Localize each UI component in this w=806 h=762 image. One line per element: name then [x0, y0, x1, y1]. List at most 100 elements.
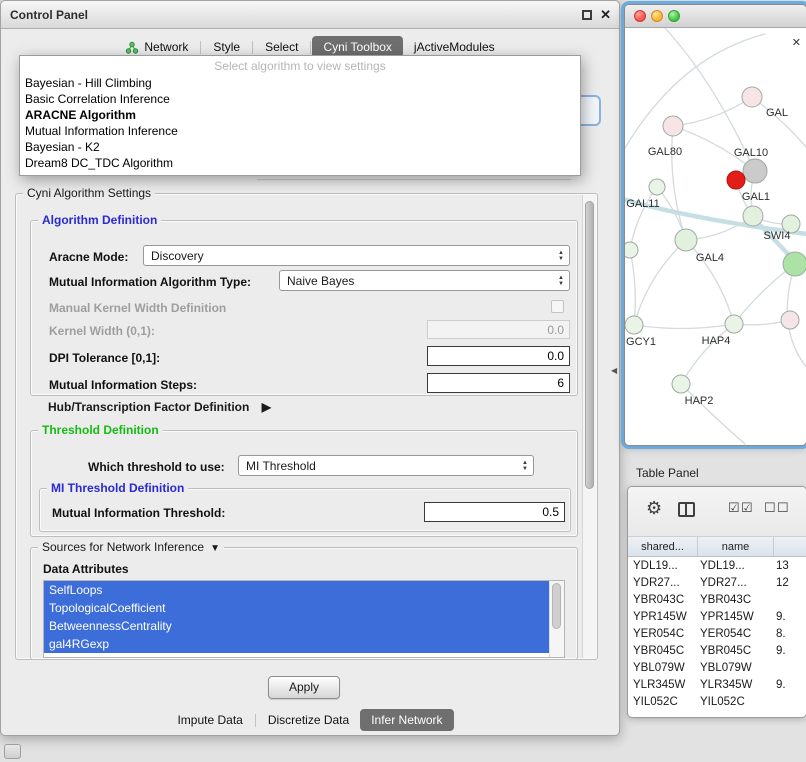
- attribute-item-selfloops[interactable]: SelfLoops: [44, 581, 550, 599]
- attribute-item-betweennesscentrality[interactable]: BetweennessCentrality: [44, 617, 550, 635]
- settings-scrollbar-thumb[interactable]: [585, 201, 594, 489]
- select-all-columns-icon-2: ☑: [741, 500, 753, 516]
- network-node-unnamed-pink[interactable]: [781, 311, 799, 329]
- close-window-icon[interactable]: ✕: [600, 7, 611, 23]
- column-header-name[interactable]: name: [698, 537, 774, 556]
- settings-scrollbar[interactable]: [582, 195, 596, 658]
- table-row[interactable]: YBR043CYBR043C: [628, 591, 806, 608]
- table-cell: 8.: [774, 628, 806, 640]
- mi-threshold-field[interactable]: 0.5: [424, 502, 565, 522]
- cyni-algorithm-settings-group: Cyni Algorithm Settings Algorithm Defini…: [15, 193, 598, 660]
- tab-label: Impute Data: [177, 713, 242, 727]
- table-cell: YIL052C: [628, 696, 698, 708]
- float-window-icon[interactable]: [582, 10, 592, 20]
- unselect-all-columns-icon[interactable]: ☐: [764, 500, 776, 516]
- zoom-traffic-light[interactable]: [668, 10, 680, 22]
- data-attributes-label: Data Attributes: [43, 562, 129, 576]
- algorithm-option-dream8[interactable]: Dream8 DC_TDC Algorithm: [20, 155, 580, 171]
- control-panel-titlebar[interactable]: Control Panel ✕: [1, 1, 619, 29]
- table-row[interactable]: YLR345WYLR345W9.: [628, 676, 806, 693]
- table-cell: 12: [774, 577, 806, 589]
- network-canvas[interactable]: GALGAL80GAL10GAL11GAL1SWI4GAL4GCY1HAP4HA…: [625, 28, 806, 445]
- network-node-GAL-top[interactable]: [742, 87, 762, 107]
- network-window-titlebar[interactable]: [625, 5, 806, 28]
- mi-steps-field[interactable]: 6: [427, 373, 570, 393]
- expand-right-arrow-icon[interactable]: ▶: [262, 400, 271, 414]
- algorithm-definition-title: Algorithm Definition: [38, 213, 161, 227]
- close-traffic-light[interactable]: [634, 10, 646, 22]
- tab-discretize-data[interactable]: Discretize Data: [257, 709, 360, 731]
- table-cell: YDR27...: [628, 577, 698, 589]
- network-node-HAP4[interactable]: [725, 315, 743, 333]
- tab-label: Network: [144, 40, 188, 54]
- mi-threshold-definition-title: MI Threshold Definition: [47, 481, 188, 495]
- network-node-unnamed-green[interactable]: [783, 252, 806, 276]
- combo-value: Discovery: [151, 249, 204, 263]
- kernel-width-field[interactable]: 0.0: [427, 320, 570, 339]
- algorithm-option-aracne[interactable]: ARACNE Algorithm: [20, 107, 580, 123]
- which-threshold-select[interactable]: MI Threshold ▲▼: [238, 455, 534, 476]
- tab-label: Style: [213, 40, 240, 54]
- which-threshold-label: Which threshold to use:: [88, 460, 225, 474]
- table-cell: YIL052C: [698, 696, 774, 708]
- collapsed-panel-icon[interactable]: [4, 744, 21, 759]
- algorithm-option-bayesian-hill-climbing[interactable]: Bayesian - Hill Climbing: [20, 75, 580, 91]
- table-row[interactable]: YBL079WYBL079W: [628, 659, 806, 676]
- table-cell: YPR145W: [628, 611, 698, 623]
- algorithm-option-bayesian-k2[interactable]: Bayesian - K2: [20, 139, 580, 155]
- hub-transcription-factor-section[interactable]: Hub/Transcription Factor Definition ▶: [48, 400, 271, 414]
- network-edge: [630, 187, 657, 250]
- mi-algorithm-type-select[interactable]: Naive Bayes ▲▼: [279, 270, 570, 291]
- bottom-tab-bar: Impute Data Discretize Data Infer Networ…: [1, 707, 619, 733]
- tab-infer-network[interactable]: Infer Network: [360, 709, 453, 731]
- dpi-tolerance-field[interactable]: 0.0: [427, 346, 570, 366]
- column-header-partial[interactable]: [774, 537, 806, 556]
- table-row[interactable]: YDR27...YDR27...12: [628, 574, 806, 591]
- kernel-width-label: Kernel Width (0,1):: [49, 324, 155, 338]
- collapse-down-arrow-icon[interactable]: ▼: [210, 543, 220, 554]
- manual-kernel-width-checkbox[interactable]: [551, 300, 564, 313]
- table-cell: YLR345W: [628, 679, 698, 691]
- network-node-GCY1[interactable]: [625, 316, 643, 334]
- attribute-list-scrollbar[interactable]: [549, 581, 564, 657]
- attribute-item-gal4rgexp[interactable]: gal4RGexp: [44, 635, 550, 653]
- network-node-HAP2[interactable]: [672, 375, 690, 393]
- network-node-unnamed-left[interactable]: [625, 242, 638, 258]
- algorithm-option-basic-correlation[interactable]: Basic Correlation Inference: [20, 91, 580, 107]
- tab-impute-data[interactable]: Impute Data: [166, 709, 253, 731]
- attribute-item-topologicalcoefficient[interactable]: TopologicalCoefficient: [44, 599, 550, 617]
- network-node-unnamed-red[interactable]: [727, 171, 745, 189]
- tab-label: Discretize Data: [268, 713, 349, 727]
- minimize-traffic-light[interactable]: [651, 10, 663, 22]
- attribute-list-scrollbar-thumb[interactable]: [552, 583, 561, 629]
- network-node-GAL10[interactable]: [743, 159, 767, 183]
- combo-arrows-icon: ▲▼: [558, 275, 564, 287]
- column-header-shared-name[interactable]: shared...: [628, 537, 698, 556]
- network-node-GAL1[interactable]: [743, 206, 763, 226]
- table-row[interactable]: YBR045CYBR045C9.: [628, 642, 806, 659]
- apply-button[interactable]: Apply: [268, 676, 340, 699]
- panel-splitter-collapse-arrow[interactable]: ◀: [611, 366, 617, 375]
- show-columns-icon[interactable]: [678, 502, 695, 517]
- table-settings-gear-icon[interactable]: ⚙: [646, 498, 662, 519]
- table-cell: YBL079W: [628, 662, 698, 674]
- table-row[interactable]: YIL052CYIL052C: [628, 693, 806, 710]
- table-row[interactable]: YDL19...YDL19...13: [628, 557, 806, 574]
- table-row[interactable]: YER054CYER054C8.: [628, 625, 806, 642]
- aracne-mode-select[interactable]: Discovery ▲▼: [143, 245, 570, 266]
- select-all-columns-icon[interactable]: ☑: [728, 500, 740, 516]
- table-row[interactable]: YPR145WYPR145W9.: [628, 608, 806, 625]
- algorithm-option-mutual-information[interactable]: Mutual Information Inference: [20, 123, 580, 139]
- network-view-close-icon[interactable]: ✕: [792, 36, 801, 49]
- sources-group-title[interactable]: Sources for Network Inference▼: [38, 540, 224, 554]
- network-edge: [634, 240, 686, 325]
- tab-label: Infer Network: [371, 713, 442, 727]
- tab-label: Select: [265, 40, 298, 54]
- network-node-GAL4[interactable]: [675, 229, 697, 251]
- node-label-HAP2: HAP2: [685, 395, 714, 407]
- network-view-window: ✕ GALGAL80GAL10GAL11GAL1SWI4GAL4GCY1HAP4…: [625, 5, 806, 445]
- table-cell: YBL079W: [698, 662, 774, 674]
- network-node-GAL80[interactable]: [663, 116, 683, 136]
- table-cell: YBR043C: [628, 594, 698, 606]
- network-node-GAL11[interactable]: [649, 179, 665, 195]
